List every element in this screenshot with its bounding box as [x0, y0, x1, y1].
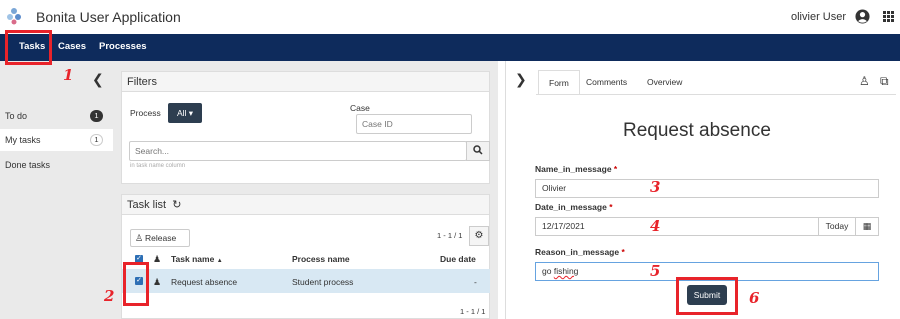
- pager-bottom: 1 - 1 / 1: [460, 307, 486, 316]
- task-sidebar: ❮ To do 1 My tasks 1 Done tasks: [0, 61, 113, 319]
- filters-panel: Filters Process All ▾ Case in task name …: [121, 71, 490, 184]
- tab-divider: [536, 94, 896, 95]
- annotation-number-4: 4: [650, 217, 661, 235]
- calendar-icon[interactable]: ▦: [855, 217, 879, 236]
- column-task-name[interactable]: Task name ▲: [171, 254, 223, 264]
- tab-form[interactable]: Form: [538, 70, 580, 95]
- assigned-user-icon: ♟: [153, 277, 162, 287]
- assign-user-icon[interactable]: ♙: [859, 74, 870, 88]
- expand-panel-icon[interactable]: ❯: [515, 71, 527, 88]
- annotation-box-tasks: [5, 30, 52, 65]
- annotation-number-1: 1: [63, 66, 74, 84]
- main-nav: Tasks Cases Processes: [0, 34, 900, 61]
- annotation-box-submit: [676, 277, 738, 315]
- form-title: Request absence: [623, 120, 771, 141]
- process-label: Process: [130, 108, 161, 118]
- reason-field-label: Reason_in_message *: [535, 247, 625, 257]
- task-name-cell[interactable]: Request absence: [171, 277, 237, 287]
- annotation-number-6: 6: [749, 289, 760, 307]
- release-button[interactable]: ♙ Release: [130, 229, 190, 247]
- process-filter-dropdown[interactable]: All ▾: [168, 103, 202, 123]
- app-title: Bonita User Application: [36, 9, 181, 25]
- top-bar: Bonita User Application olivier User: [0, 0, 900, 34]
- sidebar-item-label: Done tasks: [5, 160, 51, 170]
- case-label: Case: [350, 103, 370, 113]
- assignee-column-icon: ♟: [153, 254, 162, 264]
- nav-cases[interactable]: Cases: [58, 41, 86, 52]
- due-date-cell: -: [474, 277, 477, 287]
- task-list-column: Filters Process All ▾ Case in task name …: [113, 61, 498, 319]
- process-name-cell: Student process: [292, 277, 354, 287]
- search-input[interactable]: [129, 141, 467, 161]
- sidebar-item-my-tasks[interactable]: My tasks 1: [0, 129, 113, 151]
- search-button[interactable]: [466, 141, 490, 161]
- date-field[interactable]: 12/17/2021: [535, 217, 819, 236]
- user-circle-icon[interactable]: [855, 9, 870, 24]
- date-field-label: Date_in_message *: [535, 202, 613, 212]
- pager-top: 1 - 1 / 1: [437, 231, 463, 240]
- sidebar-item-todo[interactable]: To do 1: [0, 105, 113, 127]
- sidebar-item-label: My tasks: [5, 135, 41, 145]
- task-list-header: Task list ↻: [122, 195, 489, 215]
- task-list-title: Task list: [127, 199, 167, 211]
- count-badge: 1: [90, 134, 103, 146]
- column-due-date[interactable]: Due date: [440, 254, 476, 264]
- user-icon: ♙: [135, 233, 144, 243]
- count-badge: 1: [90, 110, 103, 122]
- settings-gear-icon[interactable]: ⚙: [469, 226, 489, 246]
- tab-overview[interactable]: Overview: [637, 70, 692, 95]
- annotation-box-checkbox: [123, 262, 149, 306]
- today-button[interactable]: Today: [818, 217, 856, 236]
- search-icon: [473, 145, 483, 155]
- open-external-icon[interactable]: ⧉: [880, 74, 889, 89]
- task-list-panel: Task list ↻ ♙ Release 1 - 1 / 1 ⚙ ✓ ♟ Ta…: [121, 194, 490, 319]
- name-field-label: Name_in_message *: [535, 164, 618, 174]
- spellcheck-word: fishing: [553, 266, 579, 276]
- search-hint: in task name column: [130, 163, 186, 169]
- bonita-logo-icon[interactable]: [6, 7, 22, 25]
- tab-comments[interactable]: Comments: [576, 70, 637, 95]
- release-label: Release: [145, 233, 177, 243]
- nav-processes[interactable]: Processes: [99, 41, 147, 52]
- column-process-name[interactable]: Process name: [292, 254, 350, 264]
- username-menu[interactable]: olivier User: [791, 11, 846, 23]
- annotation-number-2: 2: [104, 287, 115, 305]
- annotation-number-5: 5: [650, 262, 661, 280]
- case-id-input[interactable]: [356, 114, 472, 134]
- sidebar-item-done-tasks[interactable]: Done tasks: [0, 154, 113, 176]
- annotation-number-3: 3: [650, 178, 661, 196]
- filters-title: Filters: [122, 72, 489, 92]
- collapse-sidebar-icon[interactable]: ❮: [92, 71, 104, 88]
- sidebar-item-label: To do: [5, 111, 28, 121]
- refresh-icon[interactable]: ↻: [172, 199, 181, 211]
- apps-grid-icon[interactable]: [883, 11, 894, 22]
- name-field[interactable]: Olivier: [535, 179, 879, 198]
